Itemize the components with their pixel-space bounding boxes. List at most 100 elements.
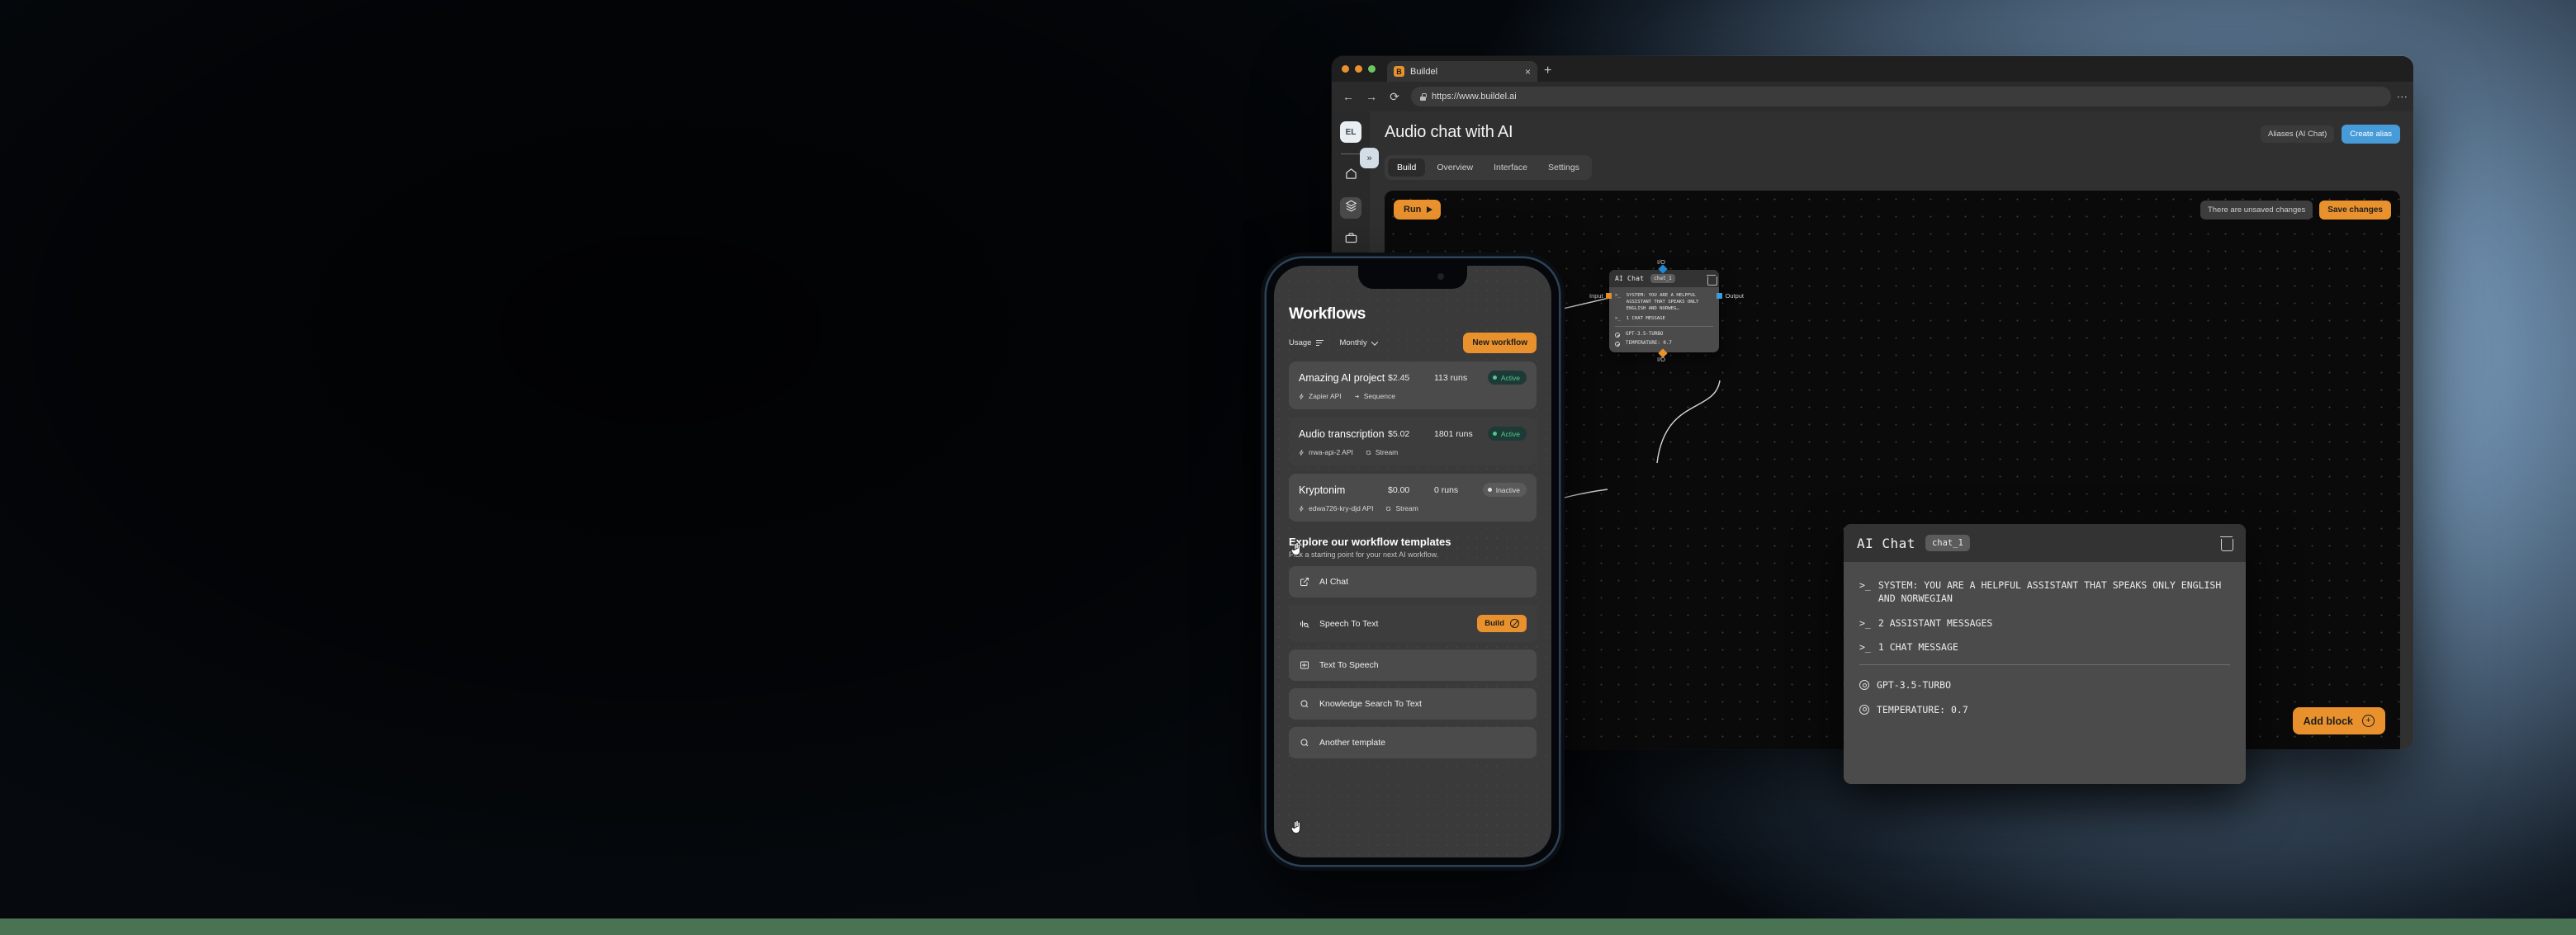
template-item-speech-to-text[interactable]: Speech To Text Build xyxy=(1289,605,1537,642)
ai-chat-card-temperature-text: TEMPERATURE: 0.7 xyxy=(1877,703,1968,715)
build-template-button[interactable]: Build xyxy=(1477,615,1527,632)
avatar[interactable]: EL xyxy=(1340,121,1361,143)
tab-overview[interactable]: Overview xyxy=(1428,158,1482,177)
delete-block-icon[interactable] xyxy=(2220,536,2233,551)
back-icon[interactable]: ← xyxy=(1342,90,1355,103)
status-label: Active xyxy=(1500,429,1520,438)
usage-label: Usage xyxy=(1289,338,1312,347)
sidebar-item-home[interactable] xyxy=(1340,165,1361,187)
close-window-button[interactable] xyxy=(1342,65,1349,73)
workflows-title: Workflows xyxy=(1289,305,1366,323)
plus-icon: + xyxy=(2362,715,2375,727)
ai-chat-detail-card[interactable]: AI Chat chat_1 >_ SYSTEM: YOU ARE A HELP… xyxy=(1844,524,2246,784)
workflow-api: edwa726-kry-djd API xyxy=(1299,504,1373,512)
workflow-mode-label: Stream xyxy=(1395,504,1418,512)
workflow-card[interactable]: Kryptonim $0.00 0 runs Inactive edwa726-… xyxy=(1289,474,1537,522)
close-tab-icon[interactable]: × xyxy=(1525,67,1531,77)
forward-icon[interactable]: → xyxy=(1365,90,1378,103)
prompt-glyph: >_ xyxy=(1859,616,1871,629)
ai-chat-card-body: >_ SYSTEM: YOU ARE A HELPFUL ASSISTANT T… xyxy=(1844,562,2246,744)
ai-chat-card-divider xyxy=(1859,664,2230,666)
ai-chat-input-port[interactable] xyxy=(1606,293,1612,299)
delete-node-icon[interactable] xyxy=(1707,275,1717,286)
new-tab-icon[interactable]: + xyxy=(1544,64,1551,78)
workflow-name: Amazing AI project xyxy=(1299,371,1385,384)
node-ai-chat-badge: chat_1 xyxy=(1650,274,1675,283)
buildel-favicon: B xyxy=(1394,66,1404,77)
workflow-card[interactable]: Amazing AI project $2.45 113 runs Active… xyxy=(1289,361,1537,409)
window-traffic-lights[interactable] xyxy=(1340,56,1380,82)
sidebar-expand-button[interactable]: » xyxy=(1360,148,1379,168)
create-alias-button[interactable]: Create alias xyxy=(2342,125,2400,144)
phone-content: Workflows Usage Monthly New workflow Ama… xyxy=(1274,266,1551,758)
ai-chat-card-title: AI Chat xyxy=(1857,535,1915,551)
aliases-pill[interactable]: Aliases (AI Chat) xyxy=(2261,125,2335,143)
template-label: Text To Speech xyxy=(1319,660,1379,670)
templates-heading: Explore our workflow templates xyxy=(1289,536,1451,548)
period-select[interactable]: Monthly xyxy=(1339,338,1378,347)
bolt-icon xyxy=(1299,504,1304,512)
sidebar-item-workspace[interactable] xyxy=(1340,229,1361,251)
lock-icon xyxy=(1420,92,1427,101)
ai-chat-system-line: >_ SYSTEM: YOU ARE A HELPFUL ASSISTANT T… xyxy=(1615,292,1713,312)
template-item-text-to-speech[interactable]: Text To Speech xyxy=(1289,649,1537,681)
briefcase-icon xyxy=(1345,232,1357,248)
tab-build[interactable]: Build xyxy=(1388,158,1426,177)
search-icon xyxy=(1299,698,1310,710)
workflow-api: rrwa-api-2 API xyxy=(1299,448,1353,456)
reload-icon[interactable]: ⟳ xyxy=(1388,90,1401,104)
page-title: Audio chat with AI xyxy=(1385,123,1513,141)
search-icon xyxy=(1299,737,1310,748)
header-actions: Aliases (AI Chat) Create alias xyxy=(2261,125,2400,144)
speaker-icon xyxy=(1299,659,1310,671)
browser-tab[interactable]: B Buildel × xyxy=(1387,61,1537,82)
sidebar-item-layers[interactable] xyxy=(1340,197,1361,219)
ai-chat-card-temperature-line: TEMPERATURE: 0.7 xyxy=(1859,703,2230,716)
camera-icon xyxy=(1437,273,1444,280)
ai-chat-io-bottom-label: I/O xyxy=(1657,356,1666,364)
workflow-card[interactable]: Audio transcription $5.02 1801 runs Acti… xyxy=(1289,418,1537,465)
tab-settings[interactable]: Settings xyxy=(1539,158,1589,177)
address-bar[interactable]: https://www.buildel.ai xyxy=(1411,87,2391,106)
new-workflow-button[interactable]: New workflow xyxy=(1463,333,1537,353)
prompt-glyph: >_ xyxy=(1859,579,1871,591)
node-ai-chat[interactable]: I/O AI Chat chat_1 >_ SYSTEM: YOU ARE A … xyxy=(1589,258,1744,363)
gear-icon xyxy=(1859,704,1869,715)
add-block-label: Add block xyxy=(2303,715,2353,727)
workflow-row-primary: Kryptonim $0.00 0 runs Inactive xyxy=(1299,483,1527,497)
workflow-name: Kryptonim xyxy=(1299,484,1346,496)
template-label: Another template xyxy=(1319,738,1385,748)
browser-menu-icon[interactable]: ⋮ xyxy=(2396,92,2408,102)
export-icon xyxy=(1299,576,1310,588)
workflow-runs: 0 runs xyxy=(1434,484,1459,495)
workflow-row-meta: rrwa-api-2 API Stream xyxy=(1299,448,1527,456)
maximize-window-button[interactable] xyxy=(1368,65,1376,73)
add-block-button[interactable]: Add block + xyxy=(2292,707,2385,734)
ai-chat-card-badge: chat_1 xyxy=(1925,535,1970,551)
url-text: https://www.buildel.ai xyxy=(1432,92,1517,102)
template-item-ai-chat[interactable]: AI Chat xyxy=(1289,566,1537,597)
no-entry-icon xyxy=(1510,619,1519,628)
workflow-cost: $5.02 xyxy=(1388,428,1410,439)
minimize-window-button[interactable] xyxy=(1355,65,1362,73)
ai-chat-card-model-text: GPT-3.5-TURBO xyxy=(1877,679,1952,692)
usage-sort-control[interactable]: Usage xyxy=(1289,338,1324,347)
ai-chat-card-assistant-text: 2 ASSISTANT MESSAGES xyxy=(1878,616,1993,629)
ai-chat-card-system-text: SYSTEM: YOU ARE A HELPFUL ASSISTANT THAT… xyxy=(1878,579,2222,605)
workflow-runs: 1801 runs xyxy=(1434,428,1473,439)
template-item-another-template[interactable]: Another template xyxy=(1289,727,1537,758)
workflow-mode: Stream xyxy=(1366,448,1398,456)
gear-icon xyxy=(1615,333,1620,338)
period-label: Monthly xyxy=(1339,338,1367,347)
ai-chat-card-system-line: >_ SYSTEM: YOU ARE A HELPFUL ASSISTANT T… xyxy=(1859,578,2230,606)
bolt-icon xyxy=(1299,448,1304,456)
tab-interface[interactable]: Interface xyxy=(1485,158,1537,177)
waveform-search-icon xyxy=(1299,618,1310,630)
tab-title: Buildel xyxy=(1410,66,1438,77)
workflow-runs: 113 runs xyxy=(1434,372,1468,383)
templates-subheading: Pick a starting point for your next AI w… xyxy=(1289,550,1439,559)
workflow-cost: $2.45 xyxy=(1388,372,1410,383)
template-item-knowledge-search-to-text[interactable]: Knowledge Search To Text xyxy=(1289,688,1537,720)
ai-chat-output-port[interactable] xyxy=(1717,293,1722,299)
workflow-mode: Stream xyxy=(1385,504,1418,512)
